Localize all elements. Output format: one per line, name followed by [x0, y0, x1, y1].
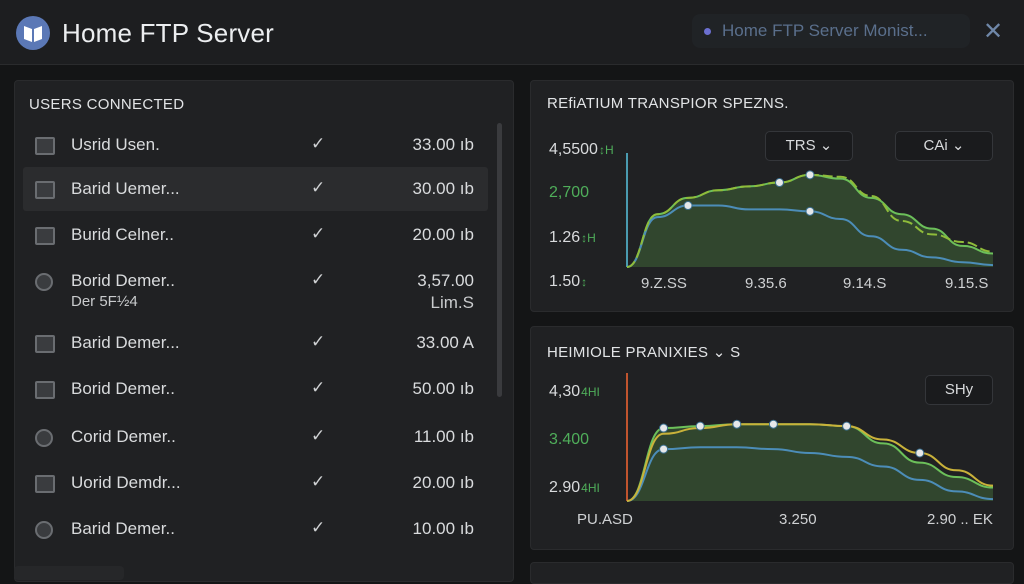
user-name: Burid Celner..: [71, 225, 174, 244]
user-transfer-size: 50.00 ıb: [412, 379, 474, 398]
data-point: [805, 170, 815, 180]
x-tick-label: 3.250: [779, 511, 817, 528]
user-icon: [35, 381, 55, 399]
notification-text: Home FTP Server Monist...: [722, 21, 928, 40]
y-tick-label: 3.400: [549, 431, 590, 448]
user-transfer-size-secondary: Lim.S: [430, 293, 474, 312]
x-tick-label: 9.15.S: [945, 275, 989, 292]
user-icon: [35, 181, 55, 199]
x-tick-label: 9.14.S: [843, 275, 887, 292]
check-icon: ✓: [311, 378, 326, 397]
check-icon: ✓: [311, 426, 326, 445]
data-point: [768, 419, 778, 429]
user-transfer-size: 30.00 ıb: [412, 179, 474, 198]
user-name: Borid Demer..: [71, 271, 175, 290]
user-row[interactable]: Barid Uemer... ✓ 30.00 ıb: [23, 167, 488, 211]
notification-dot-icon: [704, 28, 711, 35]
user-icon: [35, 335, 55, 353]
data-point: [805, 206, 815, 216]
transfer-speeds-chart: [626, 153, 994, 268]
x-tick-label: 2.90 .. EK: [927, 511, 993, 528]
series-area: [627, 174, 993, 267]
user-row[interactable]: Barid Demer... ✓ 33.00 A: [23, 321, 488, 365]
y-tick-label: 2,700: [549, 184, 590, 201]
third-panel: [530, 562, 1014, 584]
x-tick-label: 9.35.6: [745, 275, 787, 292]
user-round-icon: [35, 521, 53, 539]
user-row[interactable]: Barid Demer.. ✓ 10.00 ıb: [23, 507, 488, 551]
chart-title: HEIMIOLE PRANIXIES ⌄ S: [547, 344, 741, 361]
user-name: Borid Demer..: [71, 379, 175, 398]
user-name-secondary: Der 5F½4: [71, 293, 138, 310]
user-row[interactable]: Burid Celner.. ✓ 20.00 ıb: [23, 213, 488, 257]
check-icon: ✓: [311, 332, 326, 351]
data-point: [915, 448, 925, 458]
user-row[interactable]: Corid Demer.. ✓ 11.00 ıb: [23, 415, 488, 459]
check-icon: ✓: [311, 224, 326, 243]
check-icon: ✓: [311, 472, 326, 491]
user-transfer-size: 10.00 ıb: [412, 519, 474, 538]
user-name: Barid Uemer...: [71, 179, 180, 198]
data-point: [732, 419, 742, 429]
data-point: [695, 421, 705, 431]
user-round-icon: [35, 429, 53, 447]
user-name: Barid Demer...: [71, 333, 180, 352]
user-name: Usrid Usen.: [71, 135, 160, 154]
chart-title: REfiATIUM TRANSPIOR SPEZNS.: [547, 95, 789, 112]
check-icon: ✓: [311, 178, 326, 197]
user-icon: [35, 137, 55, 155]
user-row[interactable]: Borid Demer.. ✓ 50.00 ıb: [23, 367, 488, 411]
app-title: Home FTP Server: [62, 18, 275, 48]
users-connected-panel: USERS CONNECTED Usrid Usen. ✓ 33.00 ıb Bari…: [14, 80, 514, 582]
check-icon: ✓: [311, 270, 326, 289]
user-name: Corid Demer..: [71, 427, 176, 446]
y-tick-label: 4,5500↕H: [549, 141, 614, 158]
check-icon: ✓: [311, 518, 326, 537]
user-name: Barid Demer..: [71, 519, 175, 538]
user-list-scrollbar[interactable]: [497, 123, 502, 397]
notification-toast[interactable]: Home FTP Server Monist...: [692, 14, 970, 48]
y-tick-label: 1.26↕H: [549, 229, 596, 246]
user-row[interactable]: Usrid Usen. ✓ 33.00 ıb: [23, 123, 488, 167]
y-tick-label: 1.50↕: [549, 273, 588, 290]
data-point: [775, 178, 784, 188]
data-point: [659, 444, 669, 454]
bottom-tab[interactable]: [14, 566, 124, 580]
heimiole-chart: [626, 373, 994, 502]
check-icon: ✓: [311, 134, 326, 153]
y-tick-label: 4,304HI: [549, 383, 600, 400]
data-point: [683, 201, 693, 211]
y-tick-label: 2.904HI: [549, 479, 600, 496]
data-point: [659, 423, 669, 433]
heimiole-panel: HEIMIOLE PRANIXIES ⌄ S SHy 4,304HI 3.400 2…: [530, 326, 1014, 550]
user-transfer-size: 11.00 ıb: [413, 427, 474, 446]
user-transfer-size: 20.00 ıb: [412, 225, 474, 244]
transfer-speeds-panel: REfiATIUM TRANSPIOR SPEZNS. TRS ⌄ CAi ⌄ …: [530, 80, 1014, 312]
title-bar: Home FTP Server Home FTP Server Monist..…: [0, 0, 1024, 65]
user-name: Uorid Demdr...: [71, 473, 181, 492]
user-icon: [35, 227, 55, 245]
user-transfer-size: 33.00 ıb: [412, 135, 474, 154]
users-panel-title: USERS CONNECTED: [29, 96, 185, 113]
user-transfer-size: 20.00 ıb: [412, 473, 474, 492]
x-tick-label: PU.ASD: [577, 511, 633, 528]
user-round-icon: [35, 273, 53, 291]
app-logo-icon: [16, 16, 50, 50]
close-icon[interactable]: ✕: [978, 18, 1008, 46]
user-transfer-size: 33.00 A: [416, 333, 474, 352]
x-tick-label: 9.Z.SS: [641, 275, 687, 292]
user-row[interactable]: Uorid Demdr... ✓ 20.00 ıb: [23, 461, 488, 505]
data-point: [842, 421, 852, 431]
user-row[interactable]: Borid Demer.. Der 5F½4 ✓ 3,57.00 Lim.S: [23, 259, 488, 317]
user-icon: [35, 475, 55, 493]
user-transfer-size: 3,57.00: [417, 271, 474, 290]
